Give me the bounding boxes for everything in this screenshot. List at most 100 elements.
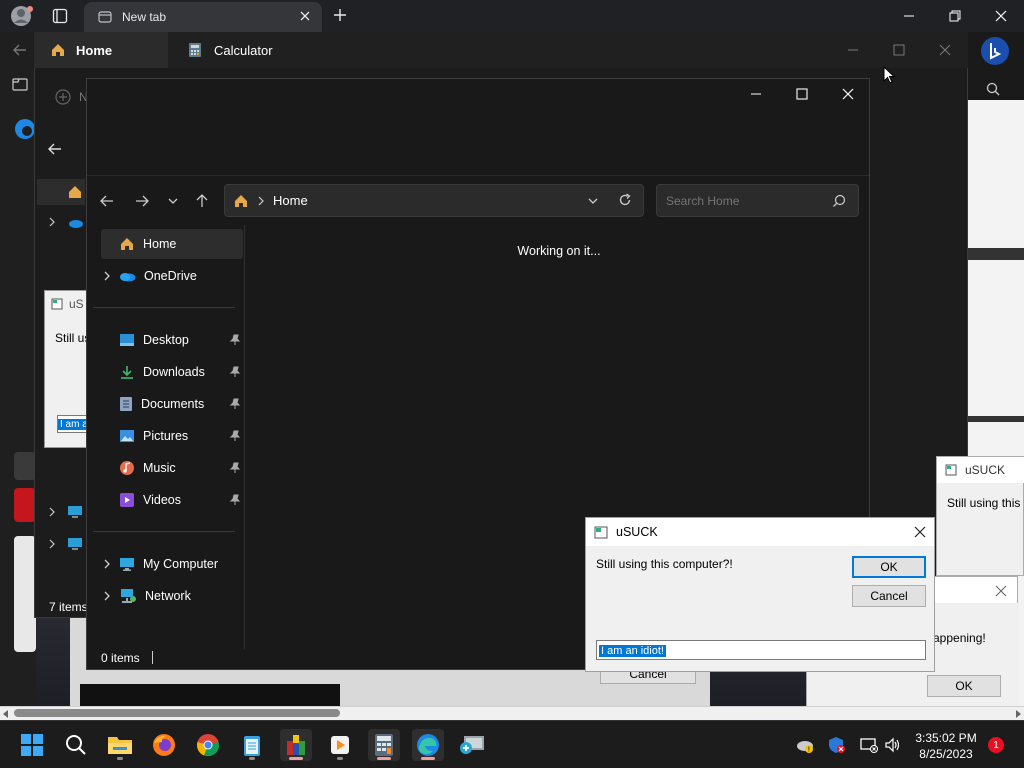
calculator-minimize-icon[interactable] (846, 43, 860, 57)
nav-item-desktop[interactable]: Desktop (101, 325, 243, 355)
explorer-close-icon[interactable] (841, 87, 855, 101)
dialog-ok-button[interactable]: OK (852, 556, 926, 578)
close-tab-icon[interactable] (298, 9, 312, 23)
up-button[interactable] (190, 189, 214, 213)
recent-locations-button[interactable] (161, 189, 185, 213)
nav-item-my-computer[interactable]: My Computer (101, 549, 243, 579)
dialog-text-input[interactable]: I am an idiot! (596, 640, 926, 660)
download-arrow-icon (121, 366, 133, 379)
scrollbar-thumb[interactable] (14, 709, 340, 717)
bg-dialog-right2-ok-button[interactable]: OK (927, 675, 1001, 697)
nav-item-label: Videos (143, 493, 181, 507)
navigation-pane: Home OneDrive Desktop Downloads Document… (87, 225, 245, 649)
nav-item-label: Desktop (143, 333, 189, 347)
item-count: 0 items (101, 651, 140, 665)
nav-item-documents[interactable]: Documents (101, 389, 243, 419)
profile-avatar-icon[interactable] (10, 5, 34, 27)
pin-icon[interactable] (229, 366, 241, 378)
taskbar-file-explorer[interactable] (104, 729, 136, 761)
taskbar-media-player[interactable] (324, 729, 356, 761)
edge-sidebar-panel (968, 32, 1024, 102)
edge-search-icon[interactable] (986, 82, 1000, 96)
folder-icon (108, 737, 132, 754)
calculator-close-icon[interactable] (938, 43, 952, 57)
pin-icon[interactable] (229, 398, 241, 410)
bg-home-row (37, 179, 85, 205)
security-tray-icon[interactable] (828, 736, 846, 754)
taskbar-remote-desktop[interactable] (456, 729, 488, 761)
pin-icon[interactable] (229, 462, 241, 474)
new-tab-page-icon (98, 10, 112, 24)
taskbar-winrar[interactable] (280, 729, 312, 761)
scroll-right-arrow-icon[interactable] (1014, 710, 1022, 718)
collections-icon[interactable] (12, 76, 28, 92)
bg-back-arrow-icon (47, 141, 63, 157)
nav-item-label: Documents (141, 397, 205, 411)
bg-item-count: 7 items (49, 600, 88, 614)
pin-icon[interactable] (229, 334, 241, 346)
refresh-icon[interactable] (618, 193, 632, 207)
search-input[interactable] (657, 185, 827, 216)
search-box[interactable] (656, 184, 859, 217)
svg-text:!: ! (808, 746, 811, 754)
start-button[interactable] (16, 729, 48, 761)
calculator-maximize-icon[interactable] (892, 43, 906, 57)
taskbar: ! 3:35:02 PM 8/25/2023 1 (0, 720, 1024, 768)
taskbar-search-button[interactable] (60, 729, 92, 761)
chevron-right-icon[interactable] (103, 270, 113, 282)
browser-tab-title: New tab (122, 10, 167, 24)
browser-sidebar (0, 32, 36, 730)
nav-item-onedrive[interactable]: OneDrive (101, 261, 243, 291)
nav-item-network[interactable]: Network (101, 581, 243, 611)
nav-item-videos[interactable]: Videos (101, 485, 243, 515)
nav-item-pictures[interactable]: Pictures (101, 421, 243, 451)
taskbar-clock[interactable]: 3:35:02 PM 8/25/2023 (906, 730, 986, 762)
onedrive-tray-icon[interactable]: ! (796, 737, 814, 753)
volume-tray-icon[interactable] (884, 737, 902, 753)
edge-logo-icon (14, 118, 36, 140)
taskbar-notepad[interactable] (236, 729, 268, 761)
dialog-cancel-button[interactable]: Cancel (852, 585, 926, 607)
clock-date: 8/25/2023 (919, 747, 973, 761)
browser-minimize-icon[interactable] (902, 9, 916, 23)
network-tray-icon[interactable] (860, 737, 878, 753)
taskbar-calculator[interactable] (368, 729, 400, 761)
browser-restore-icon[interactable] (948, 9, 962, 23)
onedrive-cloud-icon (120, 273, 136, 282)
explorer-minimize-icon[interactable] (749, 87, 763, 101)
address-history-dropdown-icon[interactable] (587, 195, 599, 207)
chevron-right-icon[interactable] (103, 558, 113, 570)
forward-button[interactable] (130, 189, 154, 213)
notification-badge[interactable]: 1 (988, 737, 1004, 753)
taskbar-edge[interactable] (412, 729, 444, 761)
tab-actions-icon[interactable] (52, 8, 68, 24)
taskbar-firefox[interactable] (148, 729, 180, 761)
address-bar[interactable]: Home (224, 184, 644, 217)
calculator-home-tab[interactable]: Home (34, 32, 168, 68)
taskbar-chrome[interactable] (192, 729, 224, 761)
explorer-maximize-icon[interactable] (795, 87, 809, 101)
scroll-left-arrow-icon[interactable] (2, 710, 10, 718)
notepad-icon (244, 736, 260, 756)
back-arrow-icon[interactable] (12, 42, 28, 58)
bg-dialog-close-icon[interactable] (995, 585, 1007, 597)
pin-icon[interactable] (229, 430, 241, 442)
browser-close-icon[interactable] (994, 9, 1008, 23)
browser-tab-new-tab[interactable]: New tab (84, 2, 322, 32)
bing-chat-icon[interactable] (980, 36, 1010, 66)
nav-item-music[interactable]: Music (101, 453, 243, 483)
search-icon[interactable] (832, 194, 846, 208)
back-button[interactable] (95, 189, 119, 213)
clock-time: 3:35:02 PM (915, 731, 977, 745)
nav-item-home[interactable]: Home (101, 229, 243, 259)
pin-icon[interactable] (229, 494, 241, 506)
add-icon (55, 89, 71, 105)
background-dialog-left: uS Still usi I am a (44, 290, 97, 448)
dialog-input-value: I am an idiot! (599, 645, 666, 657)
chevron-right-icon[interactable] (103, 590, 113, 602)
new-tab-plus-icon[interactable] (332, 7, 348, 23)
background-dark-strip (80, 684, 340, 708)
sidebar-light-tile (14, 536, 36, 652)
nav-item-downloads[interactable]: Downloads (101, 357, 243, 387)
dialog-close-icon[interactable] (914, 526, 926, 538)
